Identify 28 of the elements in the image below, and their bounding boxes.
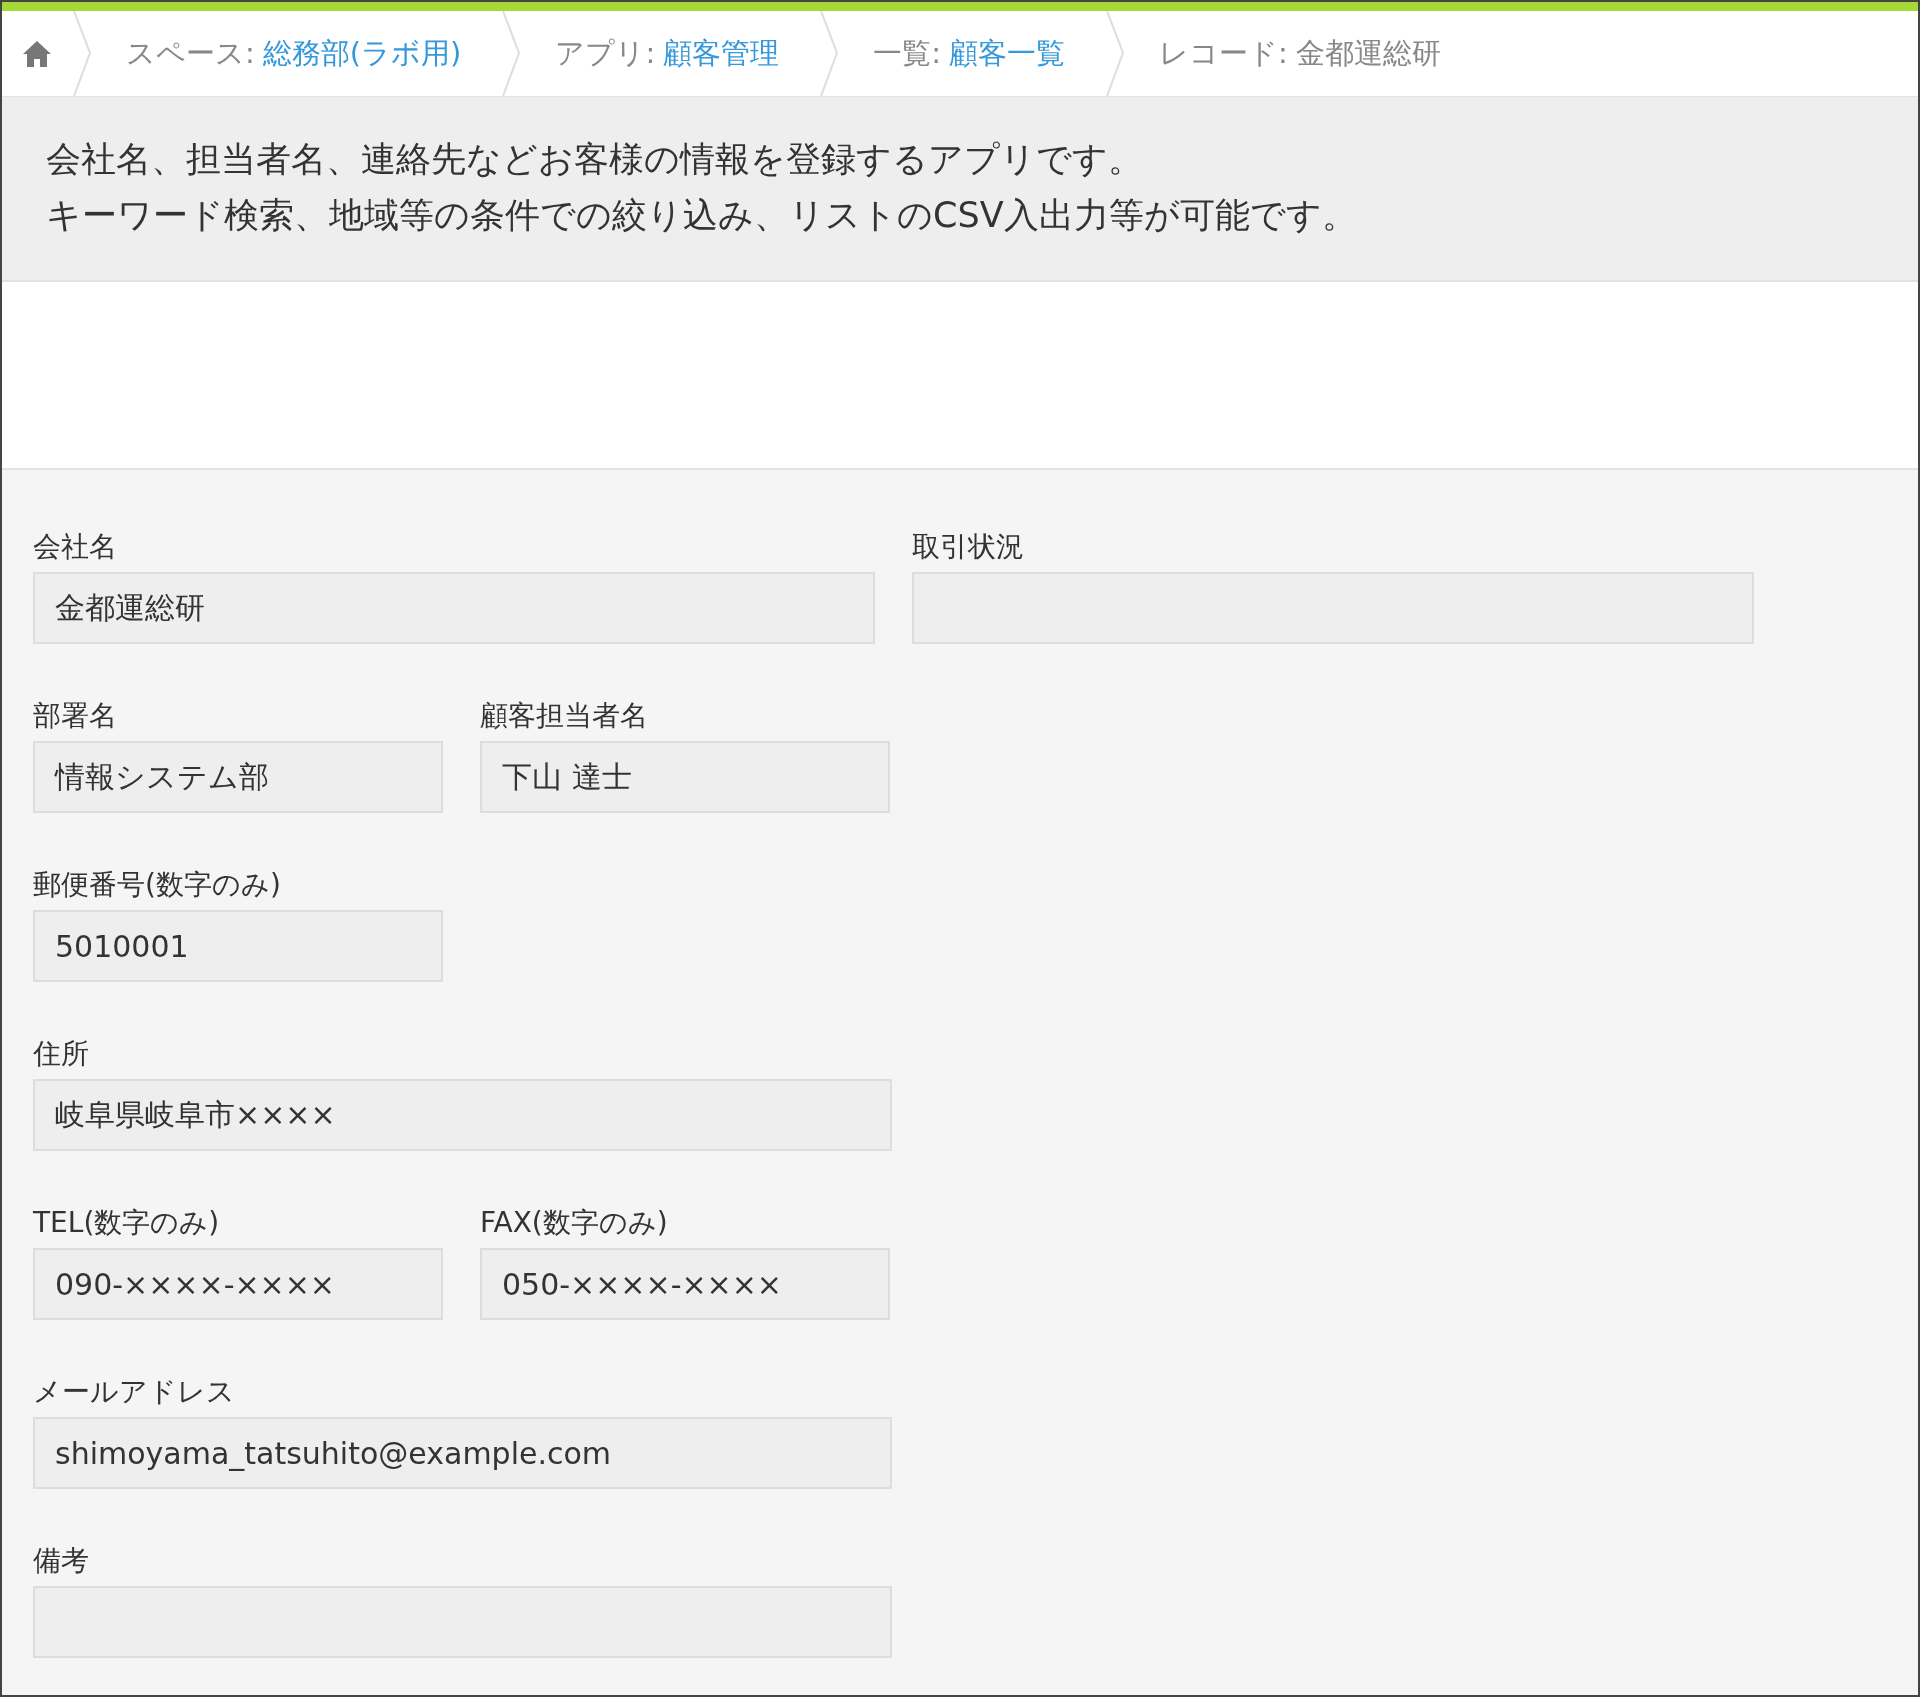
breadcrumb-label: レコード:: [1159, 34, 1288, 72]
breadcrumb-label: 一覧:: [873, 34, 941, 72]
field-label: 会社名: [33, 529, 118, 565]
home-icon[interactable]: [22, 39, 52, 68]
field-label: 住所: [33, 1036, 90, 1072]
breadcrumb-label: スペース:: [126, 34, 255, 72]
description-text: 会社名、担当者名、連絡先などお客様の情報を登録するアプリです。: [46, 138, 1144, 181]
input-field[interactable]: [912, 572, 1754, 644]
field-label: 取引状況: [912, 529, 1025, 565]
breadcrumb-label: アプリ:: [555, 34, 656, 72]
description-text: キーワード検索、地域等の条件での絞り込み、リストのCSV入出力等が可能です。: [46, 194, 1358, 237]
input-field[interactable]: shimoyama_tatsuhito@example.com: [33, 1417, 892, 1489]
input-field[interactable]: [33, 1586, 892, 1658]
field-label: 顧客担当者名: [480, 698, 649, 734]
input-field[interactable]: 5010001: [33, 910, 443, 982]
breadcrumb-current: 金都運総研: [1295, 34, 1441, 72]
field-label: メールアドレス: [33, 1374, 236, 1410]
field-label: 備考: [33, 1543, 90, 1579]
field-label: FAX(数字のみ): [480, 1205, 669, 1241]
input-field[interactable]: 下山 達士: [480, 741, 890, 813]
input-field[interactable]: 岐阜県岐阜市××××: [33, 1079, 892, 1151]
input-field[interactable]: 情報システム部: [33, 741, 443, 813]
input-field[interactable]: 090-××××-××××: [33, 1248, 443, 1320]
field-label: 部署名: [33, 698, 118, 734]
input-field[interactable]: 金都運総研: [33, 572, 875, 644]
field-label: TEL(数字のみ): [33, 1205, 221, 1241]
field-label: 郵便番号(数字のみ): [33, 867, 282, 903]
input-field[interactable]: 050-××××-××××: [480, 1248, 890, 1320]
